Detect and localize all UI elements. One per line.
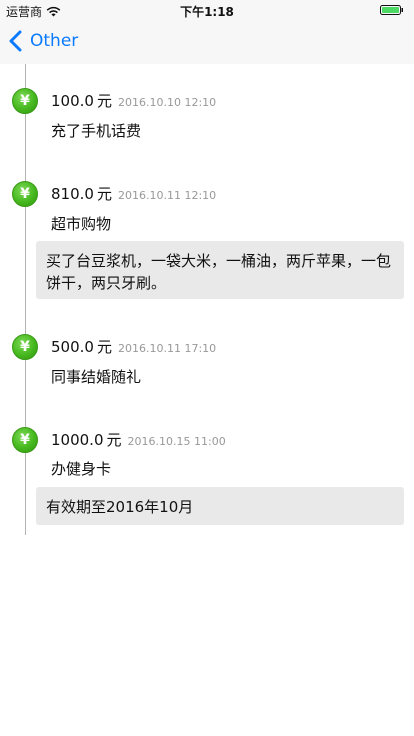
entry-amount-row: 810.0 元 2016.10.11 12:10 xyxy=(51,183,216,204)
entry-unit: 元 xyxy=(96,185,112,203)
entry-amount: 1000.0 xyxy=(51,431,104,449)
timeline-line xyxy=(25,64,26,535)
entry-time: 2016.10.15 11:00 xyxy=(127,435,226,448)
chevron-left-icon xyxy=(9,30,22,52)
entry-amount: 810.0 xyxy=(51,185,94,203)
yen-icon: ¥ xyxy=(12,181,38,207)
status-time: 下午1:18 xyxy=(180,5,234,19)
navigation-bar: Other xyxy=(0,20,414,64)
entry-title: 办健身卡 xyxy=(51,460,112,478)
entry-time: 2016.10.10 12:10 xyxy=(117,96,217,109)
entry-time: 2016.10.11 12:10 xyxy=(117,189,217,202)
entry-title: 超市购物 xyxy=(51,215,112,233)
entry-time: 2016.10.11 17:10 xyxy=(117,342,217,355)
battery-icon xyxy=(380,5,403,15)
status-bar: 运营商 下午1:18 xyxy=(0,0,414,20)
entry-unit: 元 xyxy=(106,431,122,449)
entry-amount-row: 100.0 元 2016.10.10 12:10 xyxy=(51,90,216,111)
entry-unit: 元 xyxy=(96,338,112,356)
yen-icon: ¥ xyxy=(12,427,38,453)
entry-title: 充了手机话费 xyxy=(51,122,142,140)
entry-note: 买了台豆浆机，一袋大米，一桶油，两斤苹果，一包饼干，两只牙刷。 xyxy=(36,241,404,299)
yen-icon: ¥ xyxy=(12,334,38,360)
entry-amount-row: 1000.0 元 2016.10.15 11:00 xyxy=(51,429,226,450)
yen-icon: ¥ xyxy=(12,88,38,114)
back-button-label: Other xyxy=(30,31,79,51)
entry-amount-row: 500.0 元 2016.10.11 17:10 xyxy=(51,336,216,357)
entry-note: 有效期至2016年10月 xyxy=(36,487,404,525)
entry-amount: 500.0 xyxy=(51,338,94,356)
entry-title: 同事结婚随礼 xyxy=(51,368,142,386)
entry-unit: 元 xyxy=(96,92,112,110)
back-button[interactable]: Other xyxy=(8,30,78,52)
entry-amount: 100.0 xyxy=(51,92,94,110)
